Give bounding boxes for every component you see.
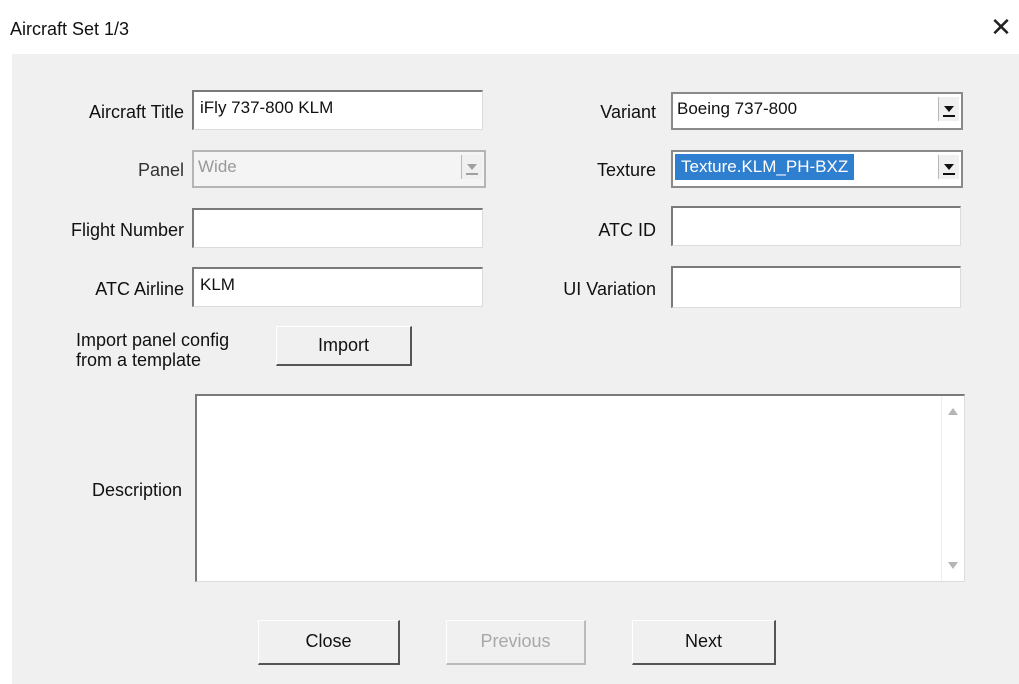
- scroll-down-icon[interactable]: [948, 562, 958, 569]
- scroll-up-icon[interactable]: [948, 408, 958, 415]
- previous-button: Previous: [446, 620, 586, 665]
- close-icon[interactable]: ✕: [988, 12, 1014, 42]
- description-scrollbar[interactable]: [941, 396, 964, 581]
- chevron-down-icon: [461, 155, 482, 179]
- import-button[interactable]: Import: [276, 326, 412, 366]
- variant-value: Boeing 737-800: [677, 99, 798, 118]
- chevron-down-icon[interactable]: [938, 97, 959, 121]
- aircraft-title-field[interactable]: iFly 737-800 KLM: [192, 90, 483, 130]
- texture-label: Texture: [596, 160, 656, 180]
- description-label: Description: [91, 480, 182, 500]
- panel-label: Panel: [137, 160, 184, 180]
- texture-value: Texture.KLM_PH-BXZ: [675, 154, 855, 180]
- atc-airline-field[interactable]: KLM: [192, 267, 483, 307]
- ui-variation-label: UI Variation: [563, 279, 656, 299]
- close-button[interactable]: Close: [258, 620, 400, 665]
- panel-value: Wide: [198, 157, 237, 176]
- import-label-line2: from a template: [76, 350, 202, 370]
- aircraft-title-label: Aircraft Title: [88, 102, 184, 122]
- atc-id-label: ATC ID: [598, 220, 656, 240]
- flight-number-label: Flight Number: [70, 220, 184, 240]
- atc-id-field[interactable]: [671, 206, 961, 246]
- variant-select[interactable]: Boeing 737-800: [671, 92, 963, 130]
- import-label: Import panel config from a template: [76, 330, 229, 370]
- title-bar: Aircraft Set 1/3 ✕: [0, 0, 1019, 52]
- texture-select[interactable]: Texture.KLM_PH-BXZ: [671, 150, 963, 188]
- panel-select: Wide: [192, 150, 486, 188]
- description-field[interactable]: [195, 394, 965, 582]
- atc-airline-label: ATC Airline: [95, 279, 184, 299]
- chevron-down-icon[interactable]: [938, 155, 959, 179]
- next-button[interactable]: Next: [632, 620, 776, 665]
- window-title: Aircraft Set 1/3: [10, 19, 130, 39]
- dialog-body: Aircraft Title iFly 737-800 KLM Panel Wi…: [12, 54, 1019, 684]
- flight-number-field[interactable]: [192, 208, 483, 248]
- ui-variation-field[interactable]: [671, 266, 961, 308]
- variant-label: Variant: [600, 102, 656, 122]
- import-label-line1: Import panel config: [76, 330, 230, 350]
